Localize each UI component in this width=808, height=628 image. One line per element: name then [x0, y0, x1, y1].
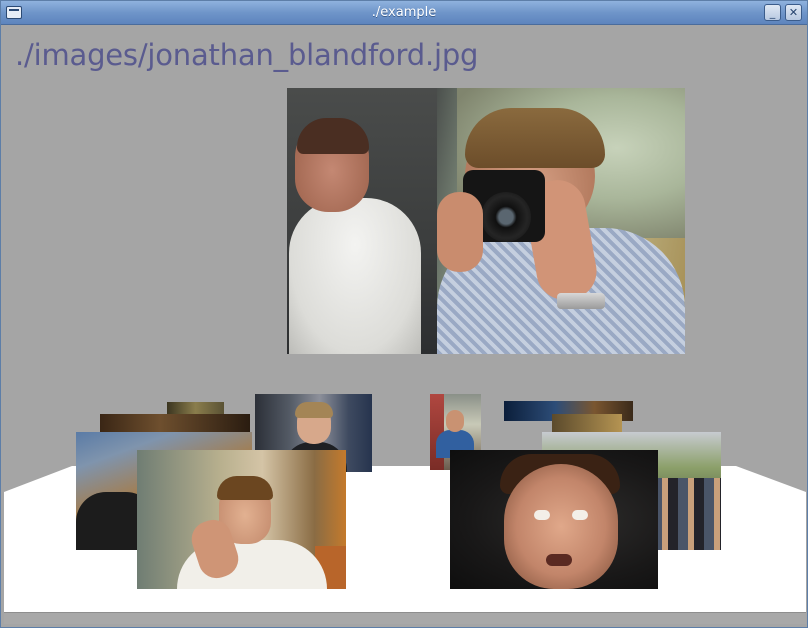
window-title: ./example [371, 5, 437, 20]
current-image-path: ./images/jonathan_blandford.jpg [15, 38, 479, 72]
selected-photo[interactable] [287, 88, 685, 354]
minimize-icon: _ [769, 6, 776, 19]
thumbnail-photo[interactable] [137, 450, 346, 589]
app-window: ./example _ ✕ ./images/jonathan_blandfor… [0, 0, 808, 628]
thumbnail-photo[interactable] [450, 450, 658, 589]
close-icon: ✕ [788, 6, 799, 19]
minimize-button[interactable]: _ [764, 4, 781, 21]
title-bar[interactable]: ./example _ ✕ [1, 1, 807, 25]
thumbnail-photo[interactable] [100, 414, 250, 432]
viewer-canvas[interactable]: ./images/jonathan_blandford.jpg [4, 26, 806, 626]
status-bar [4, 612, 806, 624]
thumbnail-photo[interactable] [552, 414, 622, 432]
close-button[interactable]: ✕ [785, 4, 802, 21]
